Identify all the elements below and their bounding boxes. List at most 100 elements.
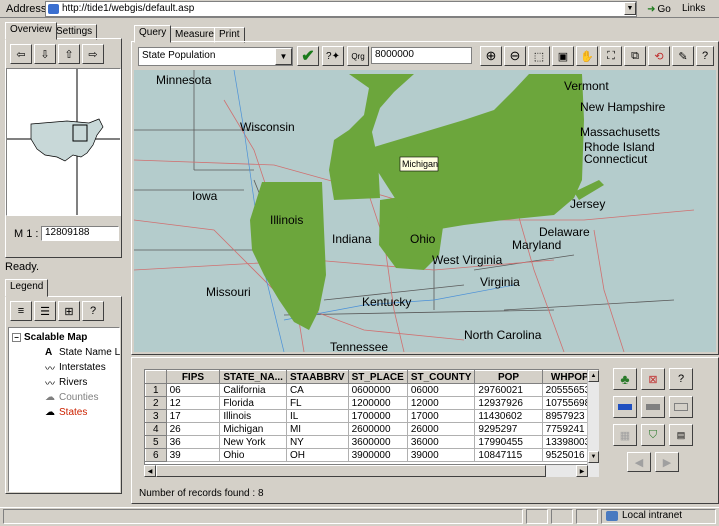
tab-overview[interactable]: Overview — [5, 22, 57, 40]
legend-expand-button[interactable]: ⊞ — [58, 301, 80, 321]
table-cell: OH — [285, 448, 349, 462]
zoom-in-button[interactable]: ⊕ — [480, 46, 502, 66]
row-header[interactable]: 6 — [145, 448, 167, 462]
scroll-thumb[interactable] — [156, 465, 546, 477]
scroll-right-button[interactable]: ▶ — [576, 465, 588, 477]
map-label: Delaware — [539, 225, 590, 239]
results-help-button[interactable]: ? — [669, 368, 693, 390]
filter-button[interactable]: ⛉ — [641, 424, 665, 446]
zoom-out-button[interactable]: ⊖ — [504, 46, 526, 66]
column-header[interactable]: STAABBRV — [285, 370, 349, 384]
chevron-up-icon: ▲ — [590, 373, 597, 379]
table-cell: 17 — [165, 409, 221, 423]
prev-page-button[interactable]: ◀ — [627, 452, 651, 472]
column-header[interactable]: ST_PLACE — [347, 370, 408, 384]
links-button[interactable]: Links — [682, 3, 705, 14]
row-header[interactable]: 4 — [145, 422, 167, 436]
identify-button[interactable]: ⧉ — [624, 46, 646, 66]
refresh-button[interactable]: ⟲ — [648, 46, 670, 66]
table-row[interactable]: 4 26 Michigan MI 2600000 26000 9295297 7759241 — [145, 422, 598, 436]
tab-legend[interactable]: Legend — [5, 279, 49, 297]
legend-align-left-button[interactable]: ≡ — [10, 301, 32, 321]
legend-list-button[interactable]: ☰ — [34, 301, 56, 321]
row-header[interactable]: 1 — [145, 383, 167, 397]
address-input[interactable]: http://tide1/webgis/default.asp — [45, 1, 637, 17]
tree-marker-icon: ♣ — [620, 371, 630, 387]
pan-west-button[interactable]: ⇦ — [10, 44, 32, 64]
address-dropdown-button[interactable]: ▼ — [624, 2, 636, 15]
map-view[interactable]: Michigan Minnesota Wisconsin Iowa Illino… — [134, 70, 716, 352]
select-all-button[interactable] — [641, 396, 665, 418]
pan-south-button[interactable]: ⇩ — [34, 44, 56, 64]
zoom-to-selection-button[interactable]: ♣ — [613, 368, 637, 390]
legend-item[interactable]: A State Name L — [45, 346, 120, 359]
legend-root[interactable]: − Scalable Map — [12, 331, 87, 344]
table-cell: 26000 — [406, 422, 476, 436]
query-builder-button[interactable]: ?✦ — [322, 46, 344, 66]
clear-selection-button[interactable]: ✎ — [672, 46, 694, 66]
polygon-layer-icon: ☁ — [45, 392, 55, 403]
map-help-button[interactable]: ? — [696, 46, 714, 66]
legend-item[interactable]: ☁ States — [45, 406, 87, 419]
query-value-input[interactable]: 8000000 — [371, 47, 472, 64]
table-cell: 1700000 — [347, 409, 408, 423]
pan-button[interactable]: ✋ — [576, 46, 598, 66]
next-page-button[interactable]: ▶ — [655, 452, 679, 472]
zoom-box-button[interactable]: ⬚ — [528, 46, 550, 66]
row-header[interactable]: 3 — [145, 409, 167, 423]
column-header[interactable]: ST_COUNTY — [406, 370, 476, 384]
blue-bar-icon — [618, 404, 632, 410]
row-header[interactable]: 5 — [145, 435, 167, 449]
go-arrow-icon: ➜ — [647, 3, 656, 15]
table-row[interactable]: 1 06 California CA 0600000 06000 29760021 20555… — [145, 383, 598, 397]
legend-item[interactable]: ☁ Counties — [45, 391, 98, 404]
scale-input[interactable]: 12809188 — [41, 226, 119, 241]
full-extent-button[interactable]: ⛶ — [600, 46, 622, 66]
statistics-button[interactable]: ▤ — [669, 424, 693, 446]
go-button[interactable]: ➜ Go — [642, 1, 676, 17]
arrow-up-icon: ⇧ — [64, 48, 74, 61]
table-row[interactable]: 3 17 Illinois IL 1700000 17000 11430602 8957923 — [145, 409, 598, 423]
overview-map[interactable] — [6, 68, 121, 216]
legend-item[interactable]: 〰 Interstates — [45, 361, 106, 375]
scroll-down-button[interactable]: ▼ — [588, 451, 599, 463]
clear-rows-button[interactable] — [669, 396, 693, 418]
column-header[interactable]: STATE_NA... — [219, 370, 287, 384]
execute-query-button[interactable]: ✔ — [297, 46, 319, 66]
table-cell: 9295297 — [474, 422, 543, 436]
query-range-button[interactable]: Qrg — [347, 46, 369, 66]
table-header-row: FIPS STATE_NA... STAABBRV ST_PLACE ST_CO… — [145, 370, 598, 384]
row-header[interactable]: 2 — [145, 396, 167, 410]
zoom-box-icon: ⬚ — [533, 50, 545, 63]
lines-icon: ≡ — [17, 305, 25, 317]
layer-dropdown-button[interactable]: ▼ — [275, 48, 292, 65]
table-row[interactable]: 5 36 New York NY 3600000 36000 17990455 1339800… — [145, 435, 598, 449]
table-scrollbar[interactable]: ▲ ▼ — [587, 370, 599, 465]
pan-east-button[interactable]: ⇨ — [82, 44, 104, 64]
highlight-button[interactable] — [613, 396, 637, 418]
table-row[interactable]: 6 39 Ohio OH 3900000 39000 10847115 9525016 — [145, 448, 598, 462]
table-cell: Florida — [219, 396, 287, 410]
collapse-minus-icon: − — [12, 333, 21, 342]
select-button[interactable]: ▣ — [552, 46, 574, 66]
scroll-up-button[interactable]: ▲ — [588, 370, 599, 382]
table-row[interactable]: 2 12 Florida FL 1200000 12000 12937926 10755698 — [145, 396, 598, 410]
table-hscrollbar[interactable]: ◀ ▶ — [144, 465, 599, 477]
disabled-tool-button[interactable]: ▦ — [613, 424, 637, 446]
layer-select[interactable]: State Population — [138, 47, 293, 66]
scroll-left-button[interactable]: ◀ — [144, 465, 156, 477]
column-header[interactable]: POP — [474, 370, 543, 384]
legend-item-label: Rivers — [59, 377, 88, 388]
help-icon: ? — [89, 305, 97, 317]
tab-query[interactable]: Query — [134, 25, 172, 43]
pan-north-button[interactable]: ⇧ — [58, 44, 80, 64]
us-outline-shape — [30, 118, 104, 162]
zone-label: Local intranet — [622, 510, 683, 521]
legend-tree: − Scalable Map A State Name L 〰 Interstate… — [8, 327, 120, 492]
legend-help-button[interactable]: ? — [82, 301, 104, 321]
results-table[interactable]: FIPS STATE_NA... STAABBRV ST_PLACE ST_CO… — [144, 369, 599, 465]
export-button[interactable]: ⊠ — [641, 368, 665, 390]
legend-item[interactable]: 〰 Rivers — [45, 376, 88, 390]
table-cell: 12000 — [406, 396, 476, 410]
column-header[interactable]: FIPS — [165, 370, 221, 384]
